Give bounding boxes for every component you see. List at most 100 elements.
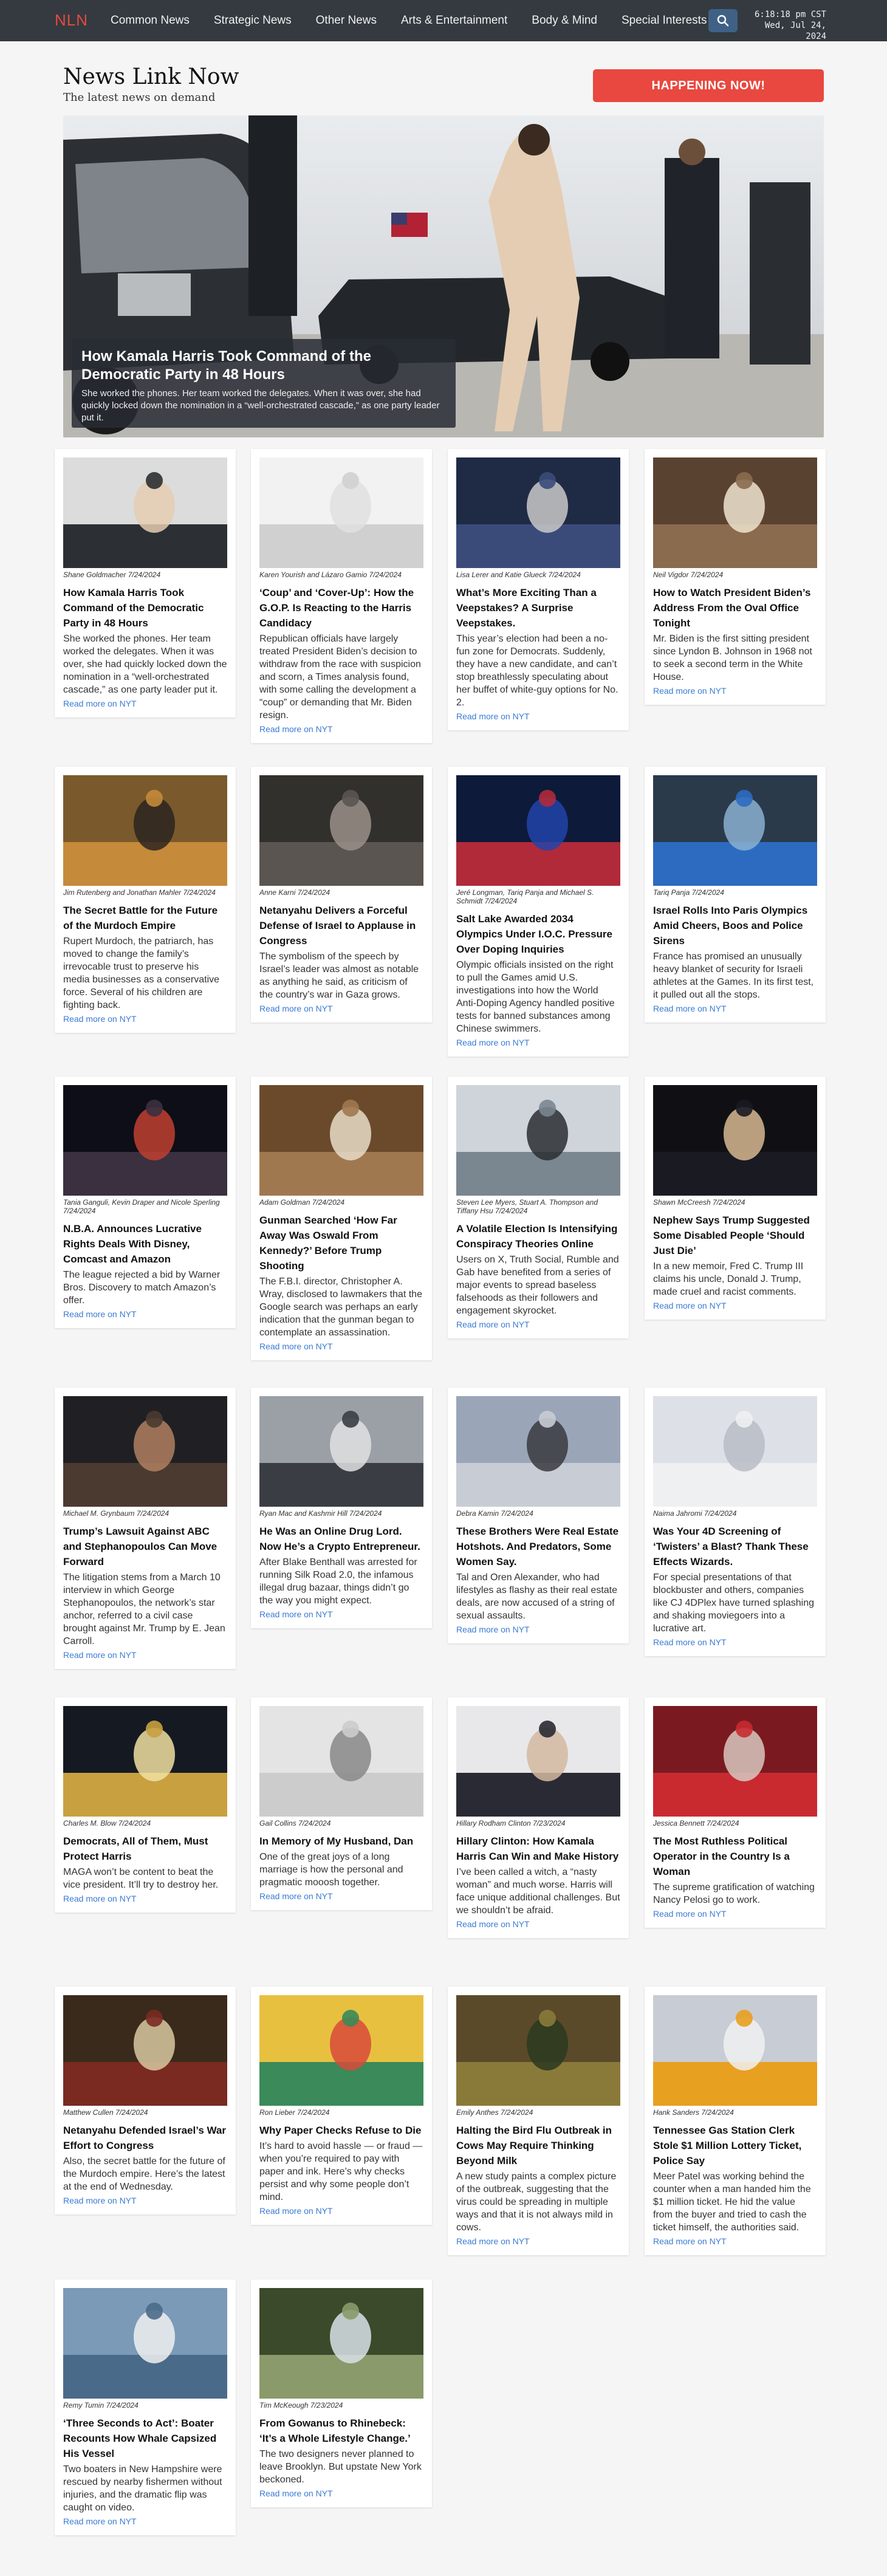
article-thumbnail[interactable] [259,2288,423,2399]
read-more-link[interactable]: Read more on NYT [63,1013,227,1024]
search-button[interactable] [708,9,738,32]
article-thumbnail[interactable] [456,1396,620,1507]
article-thumbnail[interactable] [456,1706,620,1817]
read-more-link[interactable]: Read more on NYT [63,2195,227,2206]
read-more-link[interactable]: Read more on NYT [63,1649,227,1660]
article-title[interactable]: Netanyahu Delivers a Forceful Defense of… [259,903,423,948]
article-title[interactable]: Israel Rolls Into Paris Olympics Amid Ch… [653,903,817,948]
article-thumbnail[interactable] [259,1706,423,1817]
article-thumbnail[interactable] [63,1706,227,1817]
article-thumbnail[interactable] [63,457,227,568]
read-more-link[interactable]: Read more on NYT [653,1637,817,1648]
article-title[interactable]: Was Your 4D Screening of ‘Twisters’ a Bl… [653,1524,817,1569]
article-title[interactable]: Gunman Searched ‘How Far Away Was Oswald… [259,1213,423,1273]
read-more-link[interactable]: Read more on NYT [456,1624,620,1635]
article-thumbnail[interactable] [456,1995,620,2106]
read-more-link[interactable]: Read more on NYT [259,2205,423,2216]
article-title[interactable]: Why Paper Checks Refuse to Die [259,2123,423,2138]
read-more-link[interactable]: Read more on NYT [653,2236,817,2247]
article-card[interactable]: Michael M. Grynbaum 7/24/2024 Trump’s Law… [55,1388,236,1669]
article-title[interactable]: A Volatile Election Is Intensifying Cons… [456,1221,620,1252]
article-title[interactable]: N.B.A. Announces Lucrative Rights Deals … [63,1221,227,1267]
read-more-link[interactable]: Read more on NYT [259,724,423,735]
article-card[interactable]: Debra Kamin 7/24/2024 These Brothers Were… [448,1388,629,1643]
article-card[interactable]: Jim Rutenberg and Jonathan Mahler 7/24/2… [55,767,236,1033]
article-thumbnail[interactable] [259,1995,423,2106]
read-more-link[interactable]: Read more on NYT [456,2236,620,2247]
article-card[interactable]: Hank Sanders 7/24/2024 Tennessee Gas Stat… [645,1987,826,2255]
nav-link-common-news[interactable]: Common News [111,14,190,27]
happening-now-button[interactable]: HAPPENING NOW! [593,69,824,102]
read-more-link[interactable]: Read more on NYT [259,1891,423,1902]
article-card[interactable]: Anne Karni 7/24/2024 Netanyahu Delivers a… [251,767,432,1023]
nav-link-arts-entertainment[interactable]: Arts & Entertainment [401,14,507,27]
article-title[interactable]: ‘Three Seconds to Act’: Boater Recounts … [63,2416,227,2461]
read-more-link[interactable]: Read more on NYT [456,1037,620,1048]
read-more-link[interactable]: Read more on NYT [63,1309,227,1320]
article-card[interactable]: Lisa Lerer and Katie Glueck 7/24/2024 Wha… [448,449,629,730]
article-thumbnail[interactable] [653,1995,817,2106]
article-card[interactable]: Neil Vigdor 7/24/2024 How to Watch Presid… [645,449,826,705]
read-more-link[interactable]: Read more on NYT [653,1003,817,1014]
article-card[interactable]: Ron Lieber 7/24/2024 Why Paper Checks Ref… [251,1987,432,2225]
article-title[interactable]: How Kamala Harris Took Command of the De… [63,585,227,631]
article-title[interactable]: From Gowanus to Rhinebeck: ‘It’s a Whole… [259,2416,423,2446]
article-thumbnail[interactable] [653,457,817,568]
article-title[interactable]: He Was an Online Drug Lord. Now He’s a C… [259,1524,423,1554]
article-title[interactable]: Nephew Says Trump Suggested Some Disable… [653,1213,817,1258]
article-card[interactable]: Emily Anthes 7/24/2024 Halting the Bird F… [448,1987,629,2255]
hero-banner[interactable]: How Kamala Harris Took Command of the De… [63,115,824,437]
article-title[interactable]: The Secret Battle for the Future of the … [63,903,227,933]
article-thumbnail[interactable] [63,1995,227,2106]
article-card[interactable]: Tania Ganguli, Kevin Draper and Nicole S… [55,1077,236,1328]
article-thumbnail[interactable] [653,1085,817,1196]
article-thumbnail[interactable] [259,775,423,886]
article-title[interactable]: These Brothers Were Real Estate Hotshots… [456,1524,620,1569]
article-thumbnail[interactable] [259,1085,423,1196]
read-more-link[interactable]: Read more on NYT [456,1919,620,1930]
article-card[interactable]: Tim McKeough 7/23/2024 From Gowanus to Rh… [251,2280,432,2507]
article-card[interactable]: Ryan Mac and Kashmir Hill 7/24/2024 He Wa… [251,1388,432,1628]
article-title[interactable]: ‘Coup’ and ‘Cover-Up’: How the G.O.P. Is… [259,585,423,631]
read-more-link[interactable]: Read more on NYT [63,698,227,709]
nav-link-other-news[interactable]: Other News [316,14,377,27]
article-card[interactable]: Shawn McCreesh 7/24/2024 Nephew Says Trum… [645,1077,826,1320]
article-title[interactable]: In Memory of My Husband, Dan [259,1834,423,1849]
article-thumbnail[interactable] [653,775,817,886]
article-card[interactable]: Charles M. Blow 7/24/2024 Democrats, All … [55,1697,236,1913]
hero-title[interactable]: How Kamala Harris Took Command of the De… [81,348,446,384]
read-more-link[interactable]: Read more on NYT [456,1319,620,1330]
article-card[interactable]: Gail Collins 7/24/2024 In Memory of My Hu… [251,1697,432,1910]
read-more-link[interactable]: Read more on NYT [63,2516,227,2527]
article-card[interactable]: Steven Lee Myers, Stuart A. Thompson and… [448,1077,629,1338]
article-card[interactable]: Shane Goldmacher 7/24/2024 How Kamala Har… [55,449,236,718]
article-thumbnail[interactable] [653,1706,817,1817]
nav-link-strategic-news[interactable]: Strategic News [214,14,292,27]
article-thumbnail[interactable] [63,775,227,886]
article-title[interactable]: Hillary Clinton: How Kamala Harris Can W… [456,1834,620,1864]
article-thumbnail[interactable] [63,2288,227,2399]
read-more-link[interactable]: Read more on NYT [259,1341,423,1352]
article-thumbnail[interactable] [63,1396,227,1507]
article-thumbnail[interactable] [63,1085,227,1196]
read-more-link[interactable]: Read more on NYT [259,1003,423,1014]
article-thumbnail[interactable] [456,1085,620,1196]
read-more-link[interactable]: Read more on NYT [259,1609,423,1620]
article-title[interactable]: Tennessee Gas Station Clerk Stole $1 Mil… [653,2123,817,2168]
article-card[interactable]: Matthew Cullen 7/24/2024 Netanyahu Defend… [55,1987,236,2215]
article-title[interactable]: Netanyahu Defended Israel’s War Effort t… [63,2123,227,2153]
brand-logo[interactable]: NLN [55,11,88,30]
article-card[interactable]: Naima Jahromi 7/24/2024 Was Your 4D Scree… [645,1388,826,1656]
article-thumbnail[interactable] [259,457,423,568]
article-card[interactable]: Hillary Rodham Clinton 7/23/2024 Hillary … [448,1697,629,1938]
article-title[interactable]: The Most Ruthless Political Operator in … [653,1834,817,1879]
read-more-link[interactable]: Read more on NYT [456,711,620,722]
article-thumbnail[interactable] [456,775,620,886]
read-more-link[interactable]: Read more on NYT [653,1908,817,1919]
article-thumbnail[interactable] [653,1396,817,1507]
article-title[interactable]: What’s More Exciting Than a Veepstakes? … [456,585,620,631]
article-card[interactable]: Tariq Panja 7/24/2024 Israel Rolls Into P… [645,767,826,1023]
article-thumbnail[interactable] [456,457,620,568]
nav-link-special-interests[interactable]: Special Interests [622,14,707,27]
read-more-link[interactable]: Read more on NYT [259,2488,423,2499]
